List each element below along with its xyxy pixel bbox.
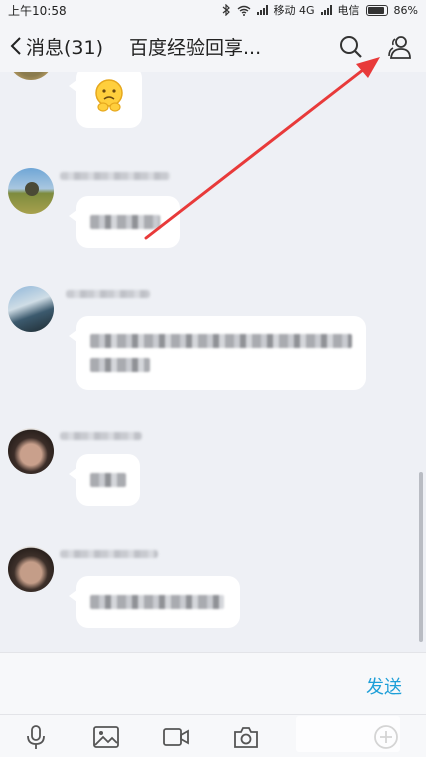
avatar[interactable]: [8, 168, 54, 214]
message-bubble[interactable]: [69, 196, 180, 248]
scrollbar[interactable]: [419, 472, 423, 642]
group-members-icon[interactable]: [386, 34, 412, 60]
message-text: [90, 358, 150, 372]
carrier-2: 电信: [337, 4, 360, 17]
bluetooth-icon: [222, 4, 230, 16]
chat-title: 百度经验回享...: [129, 36, 262, 59]
battery-level: 86%: [393, 3, 418, 17]
carrier-1: 移动 4G: [273, 4, 315, 17]
message-text: [90, 215, 160, 229]
message-bubble[interactable]: [69, 316, 366, 390]
emoji-sticker-icon: [95, 79, 123, 112]
video-icon[interactable]: [162, 724, 190, 750]
avatar[interactable]: [8, 546, 54, 592]
wifi-icon: [237, 5, 250, 16]
chat-header: 消息(31) 百度经验回享...: [0, 20, 426, 72]
message-text: [90, 334, 352, 348]
message-list[interactable]: [0, 72, 426, 652]
sender-name: [60, 550, 158, 558]
search-icon[interactable]: [338, 34, 364, 60]
avatar[interactable]: [8, 428, 54, 474]
watermark-overlay: [296, 716, 400, 752]
back-label: 消息(31): [26, 36, 104, 59]
message-bubble[interactable]: [69, 72, 142, 128]
message-input-area[interactable]: 发送: [0, 652, 426, 714]
message-text: [90, 595, 224, 609]
avatar[interactable]: [8, 286, 54, 332]
message-bubble[interactable]: [69, 576, 240, 628]
message-bubble[interactable]: [69, 454, 140, 506]
sender-name: [66, 290, 150, 298]
status-indicators: 移动 4G 电信 86%: [222, 2, 418, 18]
send-button[interactable]: 发送: [366, 673, 402, 699]
chevron-left-icon: [10, 37, 21, 55]
avatar-tree-shape: [25, 182, 39, 196]
back-button[interactable]: 消息(31): [10, 33, 103, 60]
battery-icon: [365, 4, 388, 16]
status-time: 上午10:58: [8, 3, 67, 18]
avatar[interactable]: [8, 72, 54, 80]
sender-name: [60, 172, 170, 180]
camera-icon[interactable]: [232, 724, 260, 750]
signal-icon-2: [320, 5, 332, 15]
microphone-icon[interactable]: [22, 724, 50, 750]
image-icon[interactable]: [92, 724, 120, 750]
status-bar: 上午10:58 移动 4G 电信 86%: [0, 0, 426, 20]
signal-icon: [256, 5, 268, 15]
sender-name: [60, 432, 142, 440]
message-text: [90, 473, 126, 487]
